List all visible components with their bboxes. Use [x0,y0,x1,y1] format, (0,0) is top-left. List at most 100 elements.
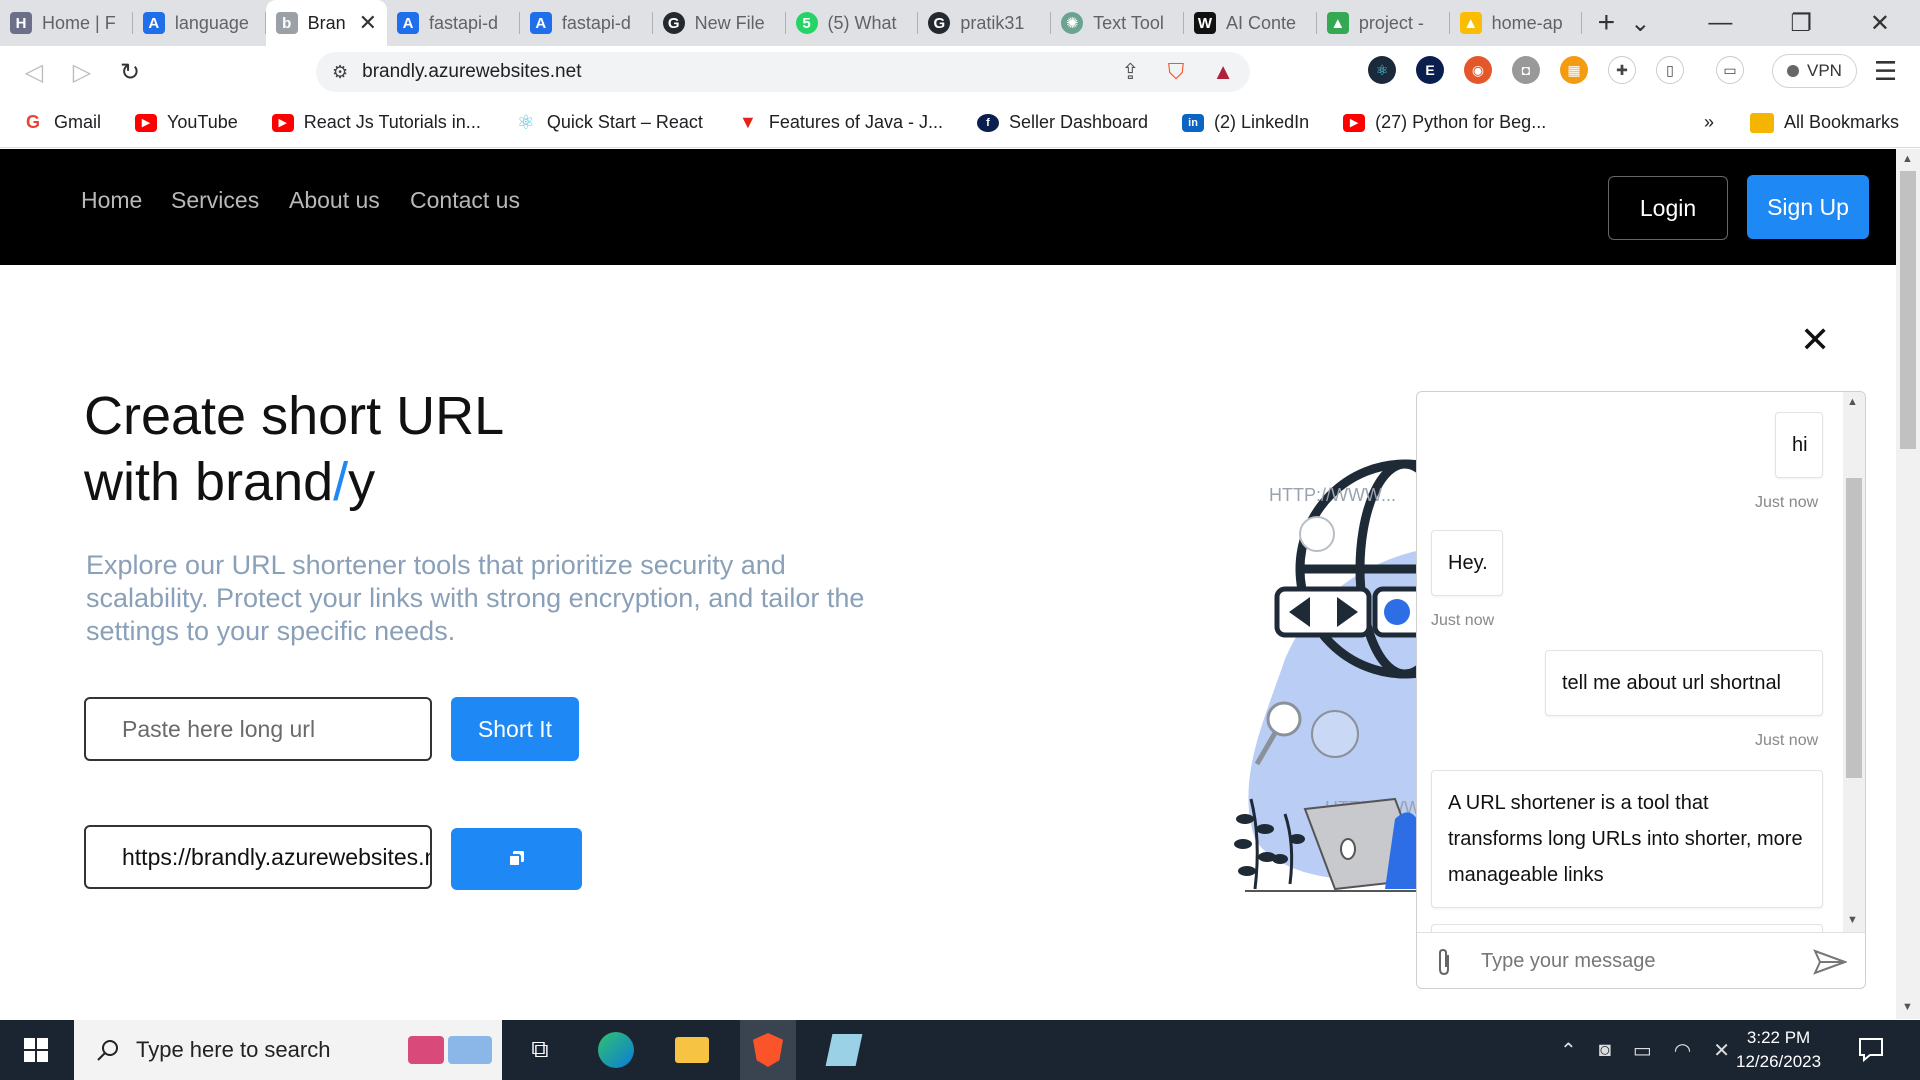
device-icon[interactable]: ◙ [1599,1039,1611,1062]
bookmarks-overflow-icon[interactable]: » [1704,112,1714,133]
user-message: hi [1775,412,1823,478]
user-message: tell me about url shortnal [1545,650,1823,716]
scroll-up-icon[interactable]: ▲ [1902,153,1913,165]
nav-link-about[interactable]: About us [289,187,380,214]
chat-scrollbar[interactable]: ▲ ▼ [1843,392,1865,932]
writer-favicon-icon: W [1193,12,1216,34]
forward-icon[interactable]: ▷ [58,58,106,87]
brave-taskbar-icon[interactable] [740,1020,796,1080]
browser-tab[interactable]: G New File [653,0,786,46]
tab-label: language [174,12,249,33]
vpn-button[interactable]: VPN [1772,54,1857,88]
nav-link-services[interactable]: Services [171,187,259,214]
paperclip-icon[interactable] [1435,947,1453,977]
scroll-up-icon[interactable]: ▲ [1847,396,1858,408]
edge-icon[interactable] [596,1030,636,1070]
tray-chevron-icon[interactable]: ⌃ [1560,1038,1577,1063]
youtube-icon: ▶ [1343,113,1366,132]
browser-tab[interactable]: G pratik31 [918,0,1051,46]
tab-close-icon[interactable]: ✕ [359,10,377,36]
windows-taskbar: Type here to search ⧉ ⌃ ◙ ▭ ◠ ✕ 3:22 PM … [0,1020,1920,1080]
extension-grid-icon[interactable]: ▦ [1560,56,1588,84]
vpn-status-icon [1787,65,1799,77]
sidebar-icon[interactable]: ▯ [1656,56,1684,84]
nav-link-home[interactable]: Home [81,187,142,214]
brave-rewards-icon[interactable]: ▲ [1212,59,1234,85]
bot-message: Hey. [1431,530,1503,596]
bookmark-gmail[interactable]: G Gmail [22,112,101,133]
share-icon[interactable]: ⇪ [1121,59,1139,85]
send-icon[interactable] [1813,948,1847,975]
start-button[interactable] [0,1038,72,1062]
browser-tab[interactable]: A fastapi-d [520,0,653,46]
task-view-icon[interactable]: ⧉ [520,1030,560,1070]
azure-favicon-icon: A [529,12,552,34]
scroll-down-icon[interactable]: ▼ [1847,914,1858,926]
browser-tab-active[interactable]: b Bran ✕ [265,0,388,46]
bookmark-java-features[interactable]: ▼ Features of Java - J... [736,112,943,133]
bot-message-next [1431,924,1823,932]
extensions-puzzle-icon[interactable]: ✚ [1608,56,1636,84]
login-button[interactable]: Login [1608,176,1728,240]
nav-link-contact[interactable]: Contact us [410,187,520,214]
close-chat-icon[interactable]: ✕ [1800,319,1830,361]
browser-tab[interactable]: 5 (5) What [786,0,919,46]
bookmark-react-tutorials[interactable]: ▶ React Js Tutorials in... [271,112,481,133]
browser-tab[interactable]: ✺ Text Tool [1051,0,1184,46]
wifi-icon[interactable]: ◠ [1674,1038,1691,1063]
chat-input-bar: Type your message [1417,932,1865,988]
search-highlight-icon [408,1036,492,1064]
notepad-icon[interactable] [824,1030,864,1070]
battery-icon[interactable]: ▭ [1633,1038,1652,1063]
restore-icon[interactable]: ❐ [1790,9,1812,38]
new-tab-button[interactable]: + [1582,0,1630,46]
browser-tab[interactable]: A language [133,0,266,46]
camera-icon[interactable]: ◘ [1512,56,1540,84]
reload-icon[interactable]: ↻ [106,58,154,87]
system-tray: ⌃ ◙ ▭ ◠ ✕ [1560,1020,1730,1080]
browser-tab[interactable]: H Home | F [0,0,133,46]
brave-shield-icon[interactable]: ⛉ [1168,59,1185,85]
site-settings-icon[interactable]: ⚙ [332,62,348,83]
react-devtools-icon[interactable]: ⚛ [1368,56,1396,84]
bookmark-python[interactable]: ▶ (27) Python for Beg... [1343,112,1546,133]
short-it-button[interactable]: Short It [451,697,579,761]
long-url-input[interactable]: Paste here long url [84,697,432,761]
browser-tab[interactable]: ▲ home-ap [1450,0,1583,46]
short-url-output[interactable]: https://brandly.azurewebsites.net [84,825,432,889]
notification-icon[interactable] [1858,1036,1884,1067]
scroll-down-icon[interactable]: ▼ [1902,1001,1913,1013]
hero-title: Create short URL with brand/y [84,383,504,515]
chat-message-input[interactable]: Type your message [1481,950,1785,973]
address-bar[interactable]: ⚙ brandly.azurewebsites.net ⇪ ⛉ ▲ [316,52,1250,92]
bookmark-label: React Js Tutorials in... [303,112,481,132]
bookmark-react-quickstart[interactable]: ⚛ Quick Start – React [514,112,703,134]
github-favicon-icon: G [928,12,951,34]
taskbar-search[interactable]: Type here to search [74,1020,502,1080]
tab-search-chevron-icon[interactable]: ⌄ [1630,9,1650,38]
close-window-icon[interactable]: ✕ [1870,9,1890,38]
browser-tab[interactable]: A fastapi-d [387,0,520,46]
bookmark-youtube[interactable]: ▶ YouTube [135,112,238,133]
bookmark-linkedin[interactable]: in (2) LinkedIn [1182,112,1309,133]
volume-muted-icon[interactable]: ✕ [1713,1038,1730,1063]
all-bookmarks-button[interactable]: All Bookmarks [1750,112,1899,133]
bookmark-seller-dashboard[interactable]: f Seller Dashboard [976,112,1148,133]
browser-tab[interactable]: ▲ project - [1317,0,1450,46]
copy-icon [507,851,524,867]
chat-scrollbar-thumb[interactable] [1846,478,1862,778]
wallet-icon[interactable]: ▭ [1716,56,1744,84]
minimize-icon[interactable]: — [1708,9,1732,37]
page-scrollbar[interactable]: ▲ ▼ [1896,149,1920,1019]
browser-menu-icon[interactable]: ☰ [1874,56,1897,87]
browser-tab[interactable]: W AI Conte [1184,0,1317,46]
page-scrollbar-thumb[interactable] [1900,171,1916,449]
file-explorer-icon[interactable] [672,1030,712,1070]
youtube-icon: ▶ [271,113,294,132]
signup-button[interactable]: Sign Up [1747,175,1869,239]
taskbar-clock[interactable]: 3:22 PM 12/26/2023 [1736,1026,1821,1074]
extension-e-icon[interactable]: E [1416,56,1444,84]
back-icon[interactable]: ◁ [10,58,58,87]
extension-circle-icon[interactable]: ◉ [1464,56,1492,84]
copy-button[interactable] [451,828,582,890]
